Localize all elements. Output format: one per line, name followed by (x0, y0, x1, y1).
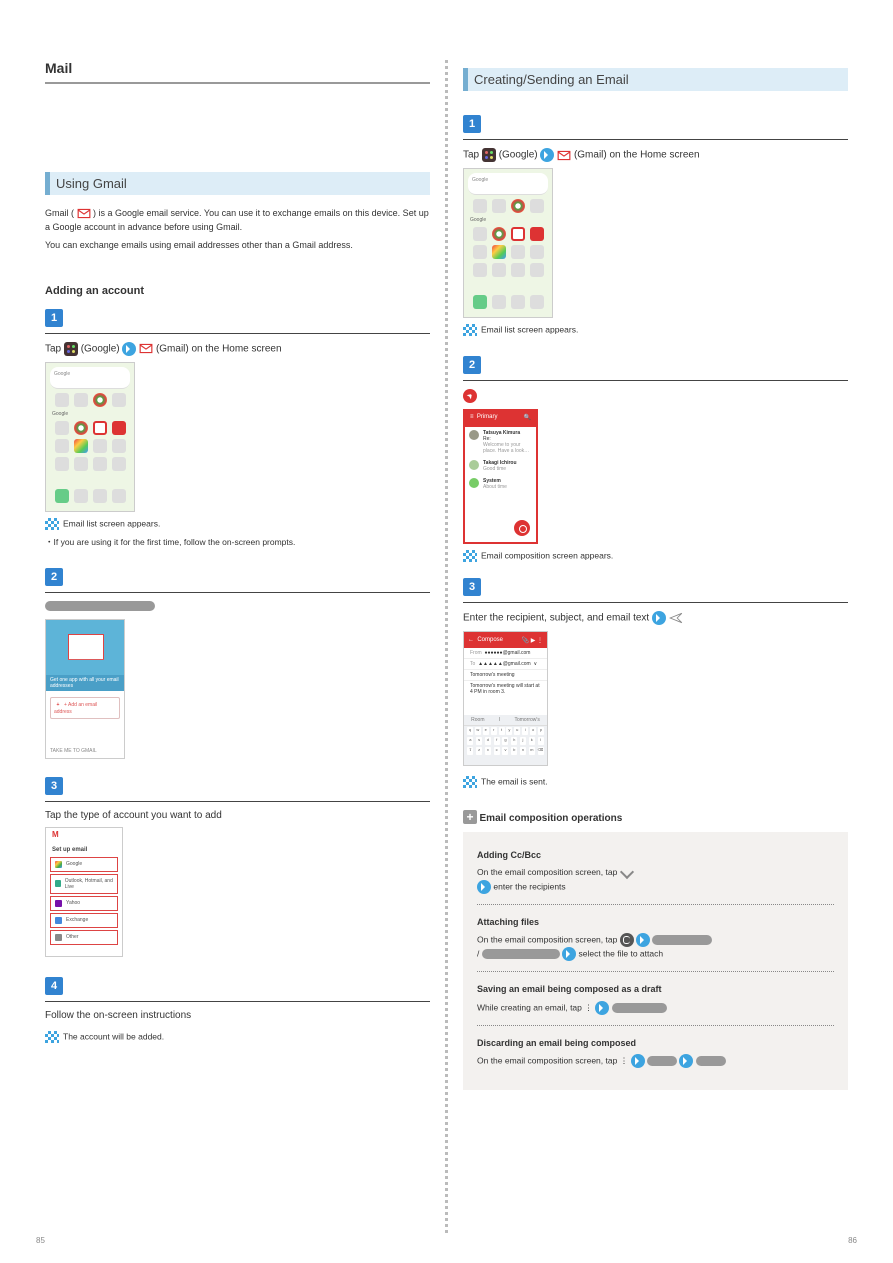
r-step-1-num: 1 (463, 115, 481, 133)
step-4-after: The account will be added. (45, 1031, 430, 1043)
screenshot-home-1: Google Google (45, 362, 135, 512)
r-step-3-text: Enter the recipient, subject, and email … (463, 611, 848, 625)
arrow-icon (562, 947, 576, 961)
page-title: Mail (45, 60, 430, 82)
arrow-icon (679, 1054, 693, 1068)
r-step-2-after: Email composition screen appears. (463, 550, 848, 562)
r-step-1-text: Tap (Google) (Gmail) on the Home screen (463, 148, 848, 162)
flag-icon (463, 776, 477, 788)
step-1-after-b: ・If you are using it for the first time,… (45, 536, 430, 548)
screenshot-compose: ← Compose📎 ▶ ⋮ From ●●●●●●@gmail.com To … (463, 631, 548, 766)
gmail-icon (139, 343, 153, 354)
arrow-icon (540, 148, 554, 162)
flag-icon (463, 324, 477, 336)
flag-icon (45, 518, 59, 530)
send-icon (669, 612, 683, 624)
step-2-action (45, 601, 155, 611)
heading-add-account: Adding an account (45, 285, 430, 297)
flag-icon (45, 1031, 59, 1043)
apps-grid-icon (64, 342, 78, 356)
arrow-icon (477, 880, 491, 894)
step-1-text: Tap (Google) (Gmail) on the Home screen (45, 342, 430, 356)
r-step-3-after: The email is sent. (463, 776, 848, 788)
arrow-icon (631, 1054, 645, 1068)
screenshot-welcome: Get one app with all your email addresse… (45, 619, 125, 759)
page-header-rule: Mail (45, 60, 430, 84)
compose-fab-icon (463, 389, 477, 403)
step-3-num: 3 (45, 777, 63, 795)
op-ccbcc: Adding Cc/Bcc On the email composition s… (477, 844, 834, 904)
screenshot-setup-email: M Set up email Google Outlook, Hotmail, … (45, 827, 123, 957)
screenshot-home-2: Google Google (463, 168, 553, 318)
flag-icon (463, 550, 477, 562)
arrow-icon (122, 342, 136, 356)
left-column: Mail Using Gmail Gmail ( ) is a Google e… (30, 60, 448, 1233)
arrow-icon (636, 933, 650, 947)
r-step-2-text (463, 389, 848, 403)
plus-icon: + (463, 810, 477, 824)
page-num-right: 86 (848, 1236, 857, 1245)
step-4-num: 4 (45, 977, 63, 995)
plus-heading: + Email composition operations (463, 810, 848, 824)
step-3-text: Tap the type of account you want to add (45, 810, 430, 821)
screenshot-inbox: ≡ Primary🔍 Tatsuya KimuraRe:Welcome to y… (463, 409, 538, 544)
r-step-1-after: Email list screen appears. (463, 324, 848, 336)
step-1-num: 1 (45, 309, 63, 327)
gmail-intro-2: You can exchange emails using email addr… (45, 239, 430, 253)
gmail-icon (77, 208, 91, 219)
step-2-num: 2 (45, 568, 63, 586)
r-step-3-num: 3 (463, 578, 481, 596)
section-using-gmail: Using Gmail (45, 172, 430, 195)
chevron-down-icon (620, 867, 636, 879)
right-column: Creating/Sending an Email 1 Tap (Google)… (448, 60, 863, 1233)
op-draft: Saving an email being composed as a draf… (477, 971, 834, 1024)
r-step-2-num: 2 (463, 356, 481, 374)
arrow-icon (652, 611, 666, 625)
step-4-text: Follow the on-screen instructions (45, 1010, 430, 1021)
gmail-icon (557, 150, 571, 161)
arrow-icon (595, 1001, 609, 1015)
op-discard: Discarding an email being composed On th… (477, 1025, 834, 1078)
step-1-after: Email list screen appears. (45, 518, 430, 530)
gmail-intro: Gmail ( ) is a Google email service. You… (45, 207, 430, 235)
section-create-send: Creating/Sending an Email (463, 68, 848, 91)
op-attach: Attaching files On the email composition… (477, 904, 834, 971)
operations-box: Adding Cc/Bcc On the email composition s… (463, 832, 848, 1090)
page-num-left: 85 (36, 1236, 45, 1245)
paperclip-icon (620, 933, 634, 947)
apps-grid-icon (482, 148, 496, 162)
